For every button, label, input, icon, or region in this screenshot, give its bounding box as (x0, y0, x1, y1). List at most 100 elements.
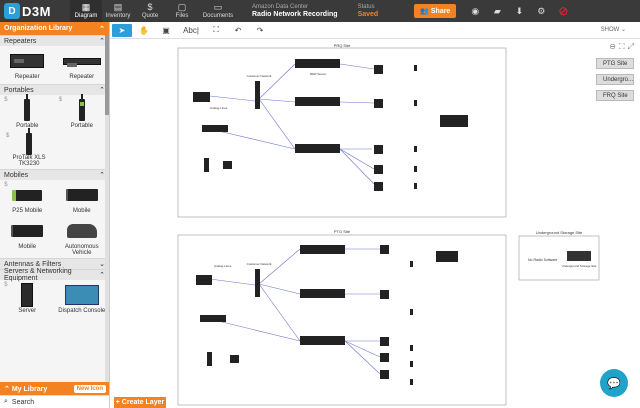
book-icon[interactable]: ▰ (486, 6, 508, 17)
price-icon: $ (4, 97, 8, 103)
tab-label: Files (175, 13, 189, 19)
tab-label: Inventory (105, 13, 131, 19)
tab-inventory[interactable]: ▤ Inventory (102, 0, 134, 22)
share-button[interactable]: 👥 Share (414, 4, 457, 18)
section-servers-networking[interactable]: Servers & Networking Equipment ⌃ (0, 268, 109, 282)
app-logo[interactable]: D D3M (0, 3, 70, 19)
chevron-down-icon: ⌄ (620, 27, 626, 33)
search-input[interactable]: Search (12, 399, 34, 406)
library-item-mobile[interactable]: Mobile (2, 218, 52, 256)
section-mobiles[interactable]: Mobiles ⌃ (0, 169, 109, 180)
radio-station-10 (380, 370, 389, 379)
portable-radio (204, 158, 209, 172)
diagram-toolbar: ➤ ✋ ▣ Abc | ⛶ ↶ ↷ SHOW ⌄ (110, 22, 640, 39)
price-icon: $ (4, 182, 8, 188)
status-value: Saved (357, 11, 379, 18)
hand-icon: ✋ (139, 25, 149, 35)
files-icon: ▢ (177, 2, 187, 12)
price-icon: $ (58, 97, 63, 103)
section-repeaters[interactable]: Repeaters ⌃ (0, 35, 109, 46)
tab-quote[interactable]: $ Quote (134, 0, 166, 22)
gear-icon[interactable]: ⚙ (530, 6, 552, 17)
library-item-portable[interactable]: $ Portable (57, 94, 107, 129)
inventory-icon: ▤ (113, 2, 123, 12)
library-item-repeater[interactable]: Repeater (57, 48, 107, 82)
library-item-portable[interactable]: $ Portable (2, 94, 52, 129)
library-item-mobile[interactable]: Mobile (57, 182, 107, 214)
logo-mark-icon: D (4, 3, 20, 19)
repeater-icon (62, 57, 101, 67)
fit-screen-icon[interactable]: ⛶ (619, 42, 625, 52)
tab-label: Diagram (74, 13, 98, 19)
tab-files[interactable]: ▢ Files (166, 0, 198, 22)
library-item-p25-mobile[interactable]: $ P25 Mobile (2, 182, 52, 214)
radio-station-1 (374, 65, 383, 74)
zoom-out-icon[interactable]: ⊖ (609, 42, 616, 52)
fit-tool[interactable]: ⛶ (206, 24, 226, 37)
repeater-rack-2 (436, 251, 458, 262)
project-org: Amazon Data Center (252, 4, 309, 10)
text-tool[interactable]: Abc | (178, 24, 204, 37)
fullscreen-icon[interactable]: ⤢ (628, 42, 634, 52)
telephone-device-2 (230, 355, 239, 363)
customer-network-label-2: Customer Network (247, 262, 272, 266)
no-radio-label: No Radio Software (528, 258, 557, 262)
interface-panel (202, 125, 228, 132)
library-search[interactable]: ⌕ Search (0, 395, 109, 408)
status-info: Status Saved (358, 3, 379, 19)
layer-ptg-site[interactable]: PTG Site (596, 58, 634, 69)
vehicle-icon (66, 224, 97, 238)
site-box-prq[interactable] (177, 47, 507, 218)
interface-panel-2 (200, 315, 226, 322)
logo-text: D3M (22, 3, 51, 19)
my-library-header[interactable]: ⌃ My Library New Icon (0, 382, 109, 395)
top-bar: D D3M ▦ Diagram ▤ Inventory $ Quote ▢ Fi… (0, 0, 640, 22)
repeater-icon (10, 54, 45, 68)
eye-icon[interactable]: ◉ (464, 6, 486, 17)
text-cursor-icon: | (196, 25, 199, 35)
library-item-autonomous-vehicle[interactable]: Autonomous Vehicle (57, 218, 107, 256)
fit-icon: ⛶ (213, 25, 219, 34)
chat-icon: 💬 (607, 377, 621, 390)
chevron-up-icon: ⌃ (99, 25, 105, 33)
new-icon-button[interactable]: New Icon (73, 384, 106, 393)
radio-station-7 (380, 290, 389, 299)
tab-documents[interactable]: ▭ Documents (198, 0, 238, 22)
undo-button[interactable]: ↶ (228, 24, 248, 37)
library-item-protalk[interactable]: $ ProTalk XLS TK3230 (4, 128, 54, 167)
redo-button[interactable]: ↷ (250, 24, 270, 37)
select-tool[interactable]: ➤ (112, 23, 132, 37)
site-title-prq: PRQ Site (334, 43, 351, 48)
rdr-server-label: RDR Server (310, 72, 326, 76)
show-dropdown[interactable]: SHOW ⌄ (601, 26, 626, 33)
library-item-repeater[interactable]: Repeater (2, 48, 52, 82)
library-item-server[interactable]: $ Server (2, 282, 52, 318)
organization-library-header[interactable]: Organization Library ⌃ (0, 22, 109, 35)
section-portables[interactable]: Portables ⌃ (0, 84, 109, 95)
rdr-server-4 (300, 245, 345, 254)
antenna-6 (410, 261, 413, 267)
logout-icon[interactable]: ⊘ (552, 4, 574, 18)
pan-tool[interactable]: ✋ (134, 24, 154, 37)
tab-diagram[interactable]: ▦ Diagram (70, 0, 102, 22)
dispatch-console-icon (64, 285, 99, 305)
quote-icon: $ (147, 2, 153, 12)
portable-radio-2 (207, 352, 212, 366)
antenna-5 (414, 183, 417, 189)
image-tool[interactable]: ▣ (156, 24, 176, 37)
diagram-canvas[interactable]: PRQ Site PTG Site Underground Storage Si… (110, 39, 640, 408)
library-item-dispatch-console[interactable]: Dispatch Console (57, 282, 107, 318)
project-name: Radio Network Recording (252, 11, 338, 18)
create-layer-button[interactable]: + Create Layer (114, 397, 166, 408)
layer-frq-site[interactable]: FRQ Site (596, 90, 634, 101)
download-icon[interactable]: ⬇ (508, 6, 530, 17)
underground-device[interactable] (567, 251, 591, 261)
customer-network-switch (255, 81, 260, 109)
undo-icon: ↶ (234, 25, 242, 35)
zoom-controls: ⊖ ⛶ ⤢ (609, 42, 634, 52)
layer-underground[interactable]: Undergro... (596, 74, 634, 85)
network-diagram[interactable]: PRQ Site PTG Site Underground Storage Si… (110, 39, 640, 408)
antenna-8 (410, 345, 413, 351)
underground-device-label: Underground Storage Site (562, 264, 597, 268)
chat-button[interactable]: 💬 (600, 369, 628, 397)
